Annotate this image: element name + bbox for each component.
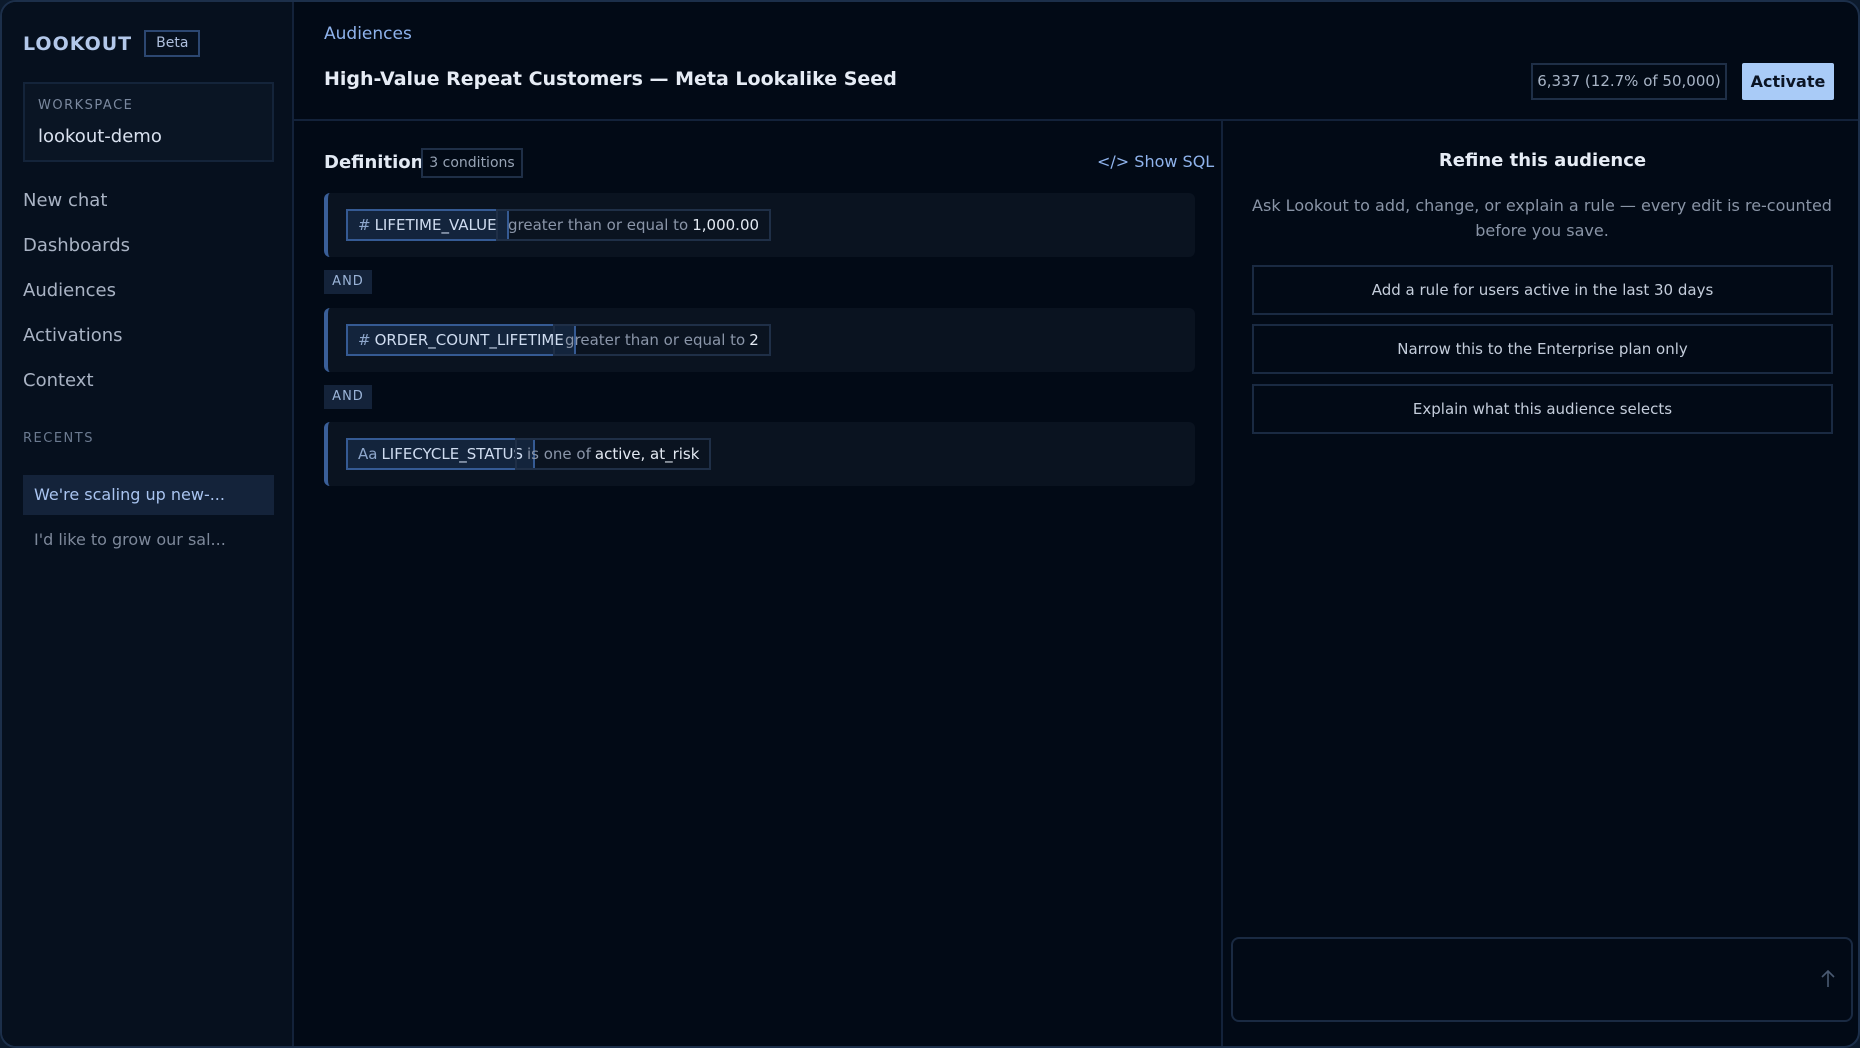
refine-description: Ask Lookout to add, change, or explain a…: [1252, 196, 1832, 240]
page-title: High-Value Repeat Customers — Meta Looka…: [324, 68, 897, 90]
operator-value-chip[interactable]: greater than or equal to 2: [553, 324, 771, 356]
recent-chat-item[interactable]: I'd like to grow our sal...: [23, 520, 274, 560]
number-type-icon: #: [358, 216, 371, 234]
condition-row: # LIFETIME_VALUE greater than or equal to…: [324, 193, 1195, 257]
refine-heading: Refine this audience: [1438, 150, 1647, 171]
field-name: LIFECYCLE_STATUS: [381, 445, 523, 463]
workspace-name: lookout-demo: [38, 126, 162, 147]
text-type-icon: Aa: [358, 445, 378, 463]
recent-chat-item[interactable]: We're scaling up new-...: [23, 475, 274, 515]
and-connector: AND: [324, 270, 372, 294]
condition-value: 2: [749, 331, 759, 349]
chat-input[interactable]: [1245, 949, 1805, 1009]
suggestion-button[interactable]: Add a rule for users active in the last …: [1252, 265, 1833, 315]
field-name: ORDER_COUNT_LIFETIME: [374, 331, 564, 349]
workspace-label: WORKSPACE: [38, 98, 134, 113]
chat-input-box: [1231, 937, 1853, 1022]
nav-new-chat[interactable]: New chat: [23, 190, 107, 211]
show-sql-button[interactable]: </> Show SQL: [1097, 152, 1214, 171]
condition-value: 1,000.00: [692, 216, 760, 234]
app-window: LOOKOUT Beta WORKSPACE lookout-demo New …: [0, 0, 1860, 1048]
app-logo[interactable]: LOOKOUT: [23, 33, 132, 55]
operator: greater than or equal to: [508, 216, 689, 234]
nav-audiences[interactable]: Audiences: [23, 280, 116, 301]
workspace-selector[interactable]: WORKSPACE lookout-demo: [23, 82, 274, 162]
audience-size-badge: 6,337 (12.7% of 50,000): [1531, 63, 1727, 100]
suggestion-button[interactable]: Narrow this to the Enterprise plan only: [1252, 324, 1833, 374]
condition-row: Aa LIFECYCLE_STATUS is one of active, at_r…: [324, 422, 1195, 486]
field-chip[interactable]: # LIFETIME_VALUE: [346, 209, 509, 241]
condition-count-badge: 3 conditions: [421, 148, 523, 178]
operator: greater than or equal to: [565, 331, 746, 349]
operator-value-chip[interactable]: is one of active, at_risk: [515, 438, 712, 470]
nav-dashboards[interactable]: Dashboards: [23, 235, 130, 256]
panel-divider: [1221, 121, 1223, 1046]
nav-context[interactable]: Context: [23, 370, 94, 391]
header-divider: [294, 119, 1858, 121]
brand: LOOKOUT Beta: [23, 30, 201, 57]
field-chip[interactable]: # ORDER_COUNT_LIFETIME: [346, 324, 576, 356]
number-type-icon: #: [358, 331, 371, 349]
condition-value: active, at_risk: [594, 445, 700, 463]
sidebar: LOOKOUT Beta WORKSPACE lookout-demo New …: [2, 2, 294, 1046]
recents-heading: RECENTS: [23, 431, 94, 446]
and-connector: AND: [324, 385, 372, 409]
send-arrow-icon[interactable]: [1817, 967, 1839, 991]
nav-activations[interactable]: Activations: [23, 325, 123, 346]
condition-row: # ORDER_COUNT_LIFETIME greater than or eq…: [324, 308, 1195, 372]
beta-badge: Beta: [144, 30, 201, 57]
field-chip[interactable]: Aa LIFECYCLE_STATUS: [346, 438, 535, 470]
operator-value-chip[interactable]: greater than or equal to 1,000.00: [496, 209, 772, 241]
definition-heading: Definition: [324, 152, 424, 173]
operator: is one of: [527, 445, 591, 463]
activate-button[interactable]: Activate: [1742, 63, 1834, 100]
suggestion-button[interactable]: Explain what this audience selects: [1252, 384, 1833, 434]
field-name: LIFETIME_VALUE: [374, 216, 497, 234]
breadcrumb-audiences[interactable]: Audiences: [324, 24, 412, 44]
